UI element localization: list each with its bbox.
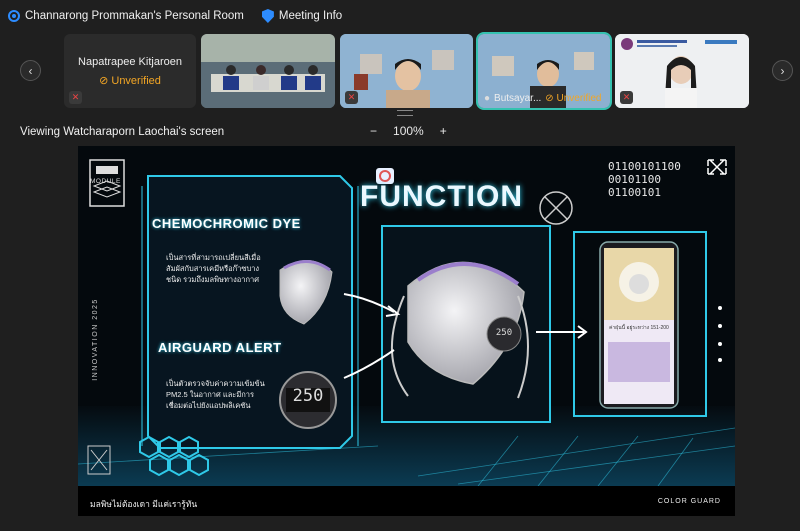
participant-video-tile-active[interactable]: ● Butsayar... ⊘ Unverified xyxy=(476,32,612,110)
shield-icon xyxy=(261,9,274,23)
room-title[interactable]: Channarong Prommakan's Personal Room xyxy=(8,10,244,22)
zoom-level: 100% xyxy=(393,124,424,138)
meeting-topbar: Channarong Prommakan's Personal Room Mee… xyxy=(0,0,800,32)
shared-screen[interactable]: MODULE FUNCTION 01100101100 00101100 01100… xyxy=(78,146,735,516)
zoom-out-button[interactable]: − xyxy=(370,124,377,138)
zoom-in-button[interactable]: + xyxy=(440,124,447,138)
room-icon xyxy=(8,10,20,22)
strip-next-button[interactable]: › xyxy=(772,60,793,81)
share-title: Viewing Watcharaporn Laochai's screen xyxy=(20,126,225,138)
unverified-badge: ⊘ Unverified xyxy=(99,75,161,87)
room-title-label: Channarong Prommakan's Personal Room xyxy=(25,10,244,22)
mic-muted-icon: ✕ xyxy=(620,91,633,104)
share-bar: Viewing Watcharaporn Laochai's screen − … xyxy=(0,122,800,144)
strip-prev-button[interactable]: ‹ xyxy=(20,60,41,81)
zoom-controls: − 100% + xyxy=(370,124,447,138)
phone-caption: ค่าฝุ่นนี้ อยู่ระหว่าง 151-200 xyxy=(609,325,669,331)
mic-muted-icon: ✕ xyxy=(69,91,82,104)
slide-heading: FUNCTION xyxy=(360,180,523,213)
video-feed xyxy=(340,34,473,108)
alert-description: เป็นตัวตรวจจับค่าความเข้มข้น PM2.5 ในอาก… xyxy=(166,379,265,410)
sensor-reading-small: 250 xyxy=(495,328,513,338)
chemo-description: เป็นสารที่สามารถเปลี่ยนสีเมื่อ สัมผัสกับ… xyxy=(166,253,261,284)
sensor-reading-large: 250 xyxy=(292,386,324,406)
participant-video-tile[interactable] xyxy=(201,34,335,108)
binary-code: 01100101100 00101100 01100101 xyxy=(608,160,681,199)
participant-strip: ‹ Napatrapee Kitjaroen ⊘ Unverified ✕ ✕ xyxy=(0,32,800,110)
participant-video-tile[interactable]: ✕ xyxy=(615,34,749,108)
mic-icon: ● xyxy=(484,93,491,104)
footer-left-text: มลพิษไม่ต้องเดา มีแค่เรารู้ทัน xyxy=(90,499,198,509)
video-feed xyxy=(201,34,335,108)
chevron-right-icon: › xyxy=(780,63,785,78)
chevron-left-icon: ‹ xyxy=(28,63,33,78)
participant-video-tile[interactable]: ✕ xyxy=(340,34,473,108)
mic-muted-icon: ✕ xyxy=(345,91,358,104)
participant-tile[interactable]: Napatrapee Kitjaroen ⊘ Unverified ✕ xyxy=(64,34,196,108)
footer-right-text: COLOR GUARD xyxy=(657,498,721,505)
resize-grip[interactable] xyxy=(397,110,413,116)
meeting-info-label: Meeting Info xyxy=(278,10,343,22)
video-feed xyxy=(615,34,749,108)
meeting-info-button[interactable]: Meeting Info xyxy=(261,9,343,23)
chemo-title: CHEMOCHROMIC DYE xyxy=(152,216,301,231)
side-vertical-text: INNOVATION 2025 xyxy=(91,298,99,381)
participant-label: ● Butsayar... ⊘ Unverified xyxy=(484,93,602,104)
participant-name: Butsayar... xyxy=(494,93,542,104)
participant-name: Napatrapee Kitjaroen xyxy=(78,56,182,68)
alert-title: AIRGUARD ALERT xyxy=(158,340,282,355)
unverified-badge: ⊘ Unverified xyxy=(545,93,602,104)
module-label: MODULE xyxy=(90,178,121,185)
